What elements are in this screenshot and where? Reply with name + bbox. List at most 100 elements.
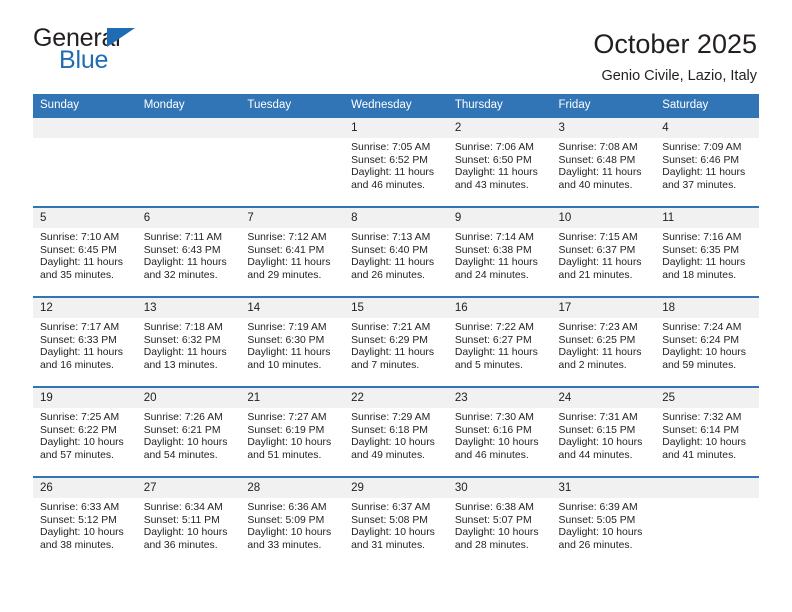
day-details: Sunrise: 6:36 AM Sunset: 5:09 PM Daylight:…: [240, 498, 344, 552]
daylight-text-line2: and 51 minutes.: [247, 449, 322, 461]
daylight-text-line1: Daylight: 11 hours: [143, 347, 227, 359]
sunset-text: Sunset: 6:16 PM: [454, 424, 532, 436]
sunrise-text: Sunrise: 7:18 AM: [143, 322, 223, 333]
calendar-day-cell: 25 Sunrise: 7:32 AM Sunset: 6:14 PM Dayligh…: [655, 386, 759, 477]
calendar-day-cell: 9 Sunrise: 7:14 AM Sunset: 6:38 PM Daylight…: [447, 206, 552, 297]
daylight-text-line2: and 57 minutes.: [40, 449, 114, 461]
daylight-text-line2: and 7 minutes.: [351, 359, 420, 371]
calendar-week-row: 1 Sunrise: 7:05 AM Sunset: 6:52 PM Daylight…: [33, 116, 759, 207]
calendar-page: General Blue October 2025 Genio Civile, …: [0, 0, 792, 612]
sunset-text: Sunset: 6:32 PM: [143, 334, 221, 346]
calendar-day-cell: 5 Sunrise: 7:10 AM Sunset: 6:45 PM Daylight…: [33, 206, 137, 297]
day-number: 3: [551, 118, 656, 138]
page-header: General Blue October 2025 Genio Civile, …: [0, 0, 792, 94]
day-details: Sunrise: 7:18 AM Sunset: 6:32 PM Daylight:…: [137, 318, 241, 372]
day-number: 22: [344, 388, 448, 408]
calendar-day-cell: 6 Sunrise: 7:11 AM Sunset: 6:43 PM Daylight…: [136, 206, 241, 297]
daylight-text-line2: and 41 minutes.: [662, 449, 737, 461]
daylight-text-line2: and 44 minutes.: [558, 449, 633, 461]
day-number: 10: [551, 208, 656, 228]
day-number: [240, 118, 345, 138]
daylight-text-line1: Daylight: 10 hours: [143, 437, 228, 449]
calendar-day-cell-empty: [33, 116, 137, 207]
daylight-text-line2: and 36 minutes.: [143, 539, 218, 551]
sunrise-text: Sunrise: 6:38 AM: [454, 502, 534, 513]
daylight-text-line2: and 28 minutes.: [454, 539, 529, 551]
sunset-text: Sunset: 5:07 PM: [454, 514, 532, 526]
daylight-text-line2: and 43 minutes.: [454, 179, 529, 191]
day-number: 19: [33, 388, 137, 408]
calendar-table: Sunday Monday Tuesday Wednesday Thursday…: [33, 94, 759, 567]
calendar-day-cell: 31 Sunrise: 6:39 AM Sunset: 5:05 PM Dayligh…: [551, 476, 656, 567]
daylight-text-line2: and 2 minutes.: [558, 359, 627, 371]
day-number: 8: [344, 208, 448, 228]
daylight-text-line2: and 29 minutes.: [247, 269, 322, 281]
calendar-day-cell: 28 Sunrise: 6:36 AM Sunset: 5:09 PM Dayligh…: [240, 476, 345, 567]
day-details: Sunrise: 7:21 AM Sunset: 6:29 PM Daylight:…: [344, 318, 448, 372]
weekday-header-saturday: Saturday: [655, 94, 759, 117]
day-details: Sunrise: 7:32 AM Sunset: 6:14 PM Daylight:…: [655, 408, 759, 462]
day-number: 24: [551, 388, 656, 408]
sunrise-text: Sunrise: 7:05 AM: [351, 142, 431, 153]
daylight-text-line1: Daylight: 10 hours: [351, 527, 435, 539]
calendar-day-cell: 26 Sunrise: 6:33 AM Sunset: 5:12 PM Dayligh…: [33, 476, 137, 567]
daylight-text-line2: and 33 minutes.: [247, 539, 322, 551]
daylight-text-line2: and 38 minutes.: [40, 539, 114, 551]
page-title: October 2025: [593, 29, 757, 59]
daylight-text-line1: Daylight: 10 hours: [247, 437, 332, 449]
day-number: 30: [447, 478, 552, 498]
daylight-text-line1: Daylight: 10 hours: [662, 437, 746, 449]
daylight-text-line2: and 24 minutes.: [454, 269, 529, 281]
day-number: 11: [655, 208, 759, 228]
sunset-text: Sunset: 6:24 PM: [662, 334, 740, 346]
daylight-text-line1: Daylight: 10 hours: [351, 437, 435, 449]
calendar-day-cell: 24 Sunrise: 7:31 AM Sunset: 6:15 PM Dayligh…: [551, 386, 656, 477]
page-subtitle: Genio Civile, Lazio, Italy: [601, 68, 757, 84]
day-details: Sunrise: 7:25 AM Sunset: 6:22 PM Daylight:…: [33, 408, 137, 462]
daylight-text-line2: and 31 minutes.: [351, 539, 426, 551]
weekday-header-monday: Monday: [136, 94, 241, 117]
day-number: 27: [136, 478, 241, 498]
day-details: Sunrise: 6:33 AM Sunset: 5:12 PM Daylight:…: [33, 498, 137, 552]
calendar-day-cell: 11 Sunrise: 7:16 AM Sunset: 6:35 PM Dayligh…: [655, 206, 759, 297]
daylight-text-line1: Daylight: 11 hours: [247, 257, 331, 269]
sunset-text: Sunset: 6:35 PM: [662, 244, 740, 256]
day-details: Sunrise: 7:12 AM Sunset: 6:41 PM Daylight:…: [240, 228, 344, 282]
sunset-text: Sunset: 6:14 PM: [662, 424, 740, 436]
calendar-day-cell: 27 Sunrise: 6:34 AM Sunset: 5:11 PM Dayligh…: [136, 476, 241, 567]
calendar-wrapper: Sunday Monday Tuesday Wednesday Thursday…: [0, 94, 792, 567]
daylight-text-line2: and 40 minutes.: [558, 179, 633, 191]
daylight-text-line1: Daylight: 11 hours: [40, 347, 123, 359]
calendar-day-cell-empty: [655, 476, 759, 567]
sunrise-text: Sunrise: 6:33 AM: [40, 502, 120, 513]
sunset-text: Sunset: 6:37 PM: [558, 244, 636, 256]
sunset-text: Sunset: 6:40 PM: [351, 244, 428, 256]
sunrise-text: Sunrise: 7:14 AM: [454, 232, 534, 243]
daylight-text-line2: and 10 minutes.: [247, 359, 322, 371]
sunrise-text: Sunrise: 7:25 AM: [40, 412, 120, 423]
sunrise-text: Sunrise: 6:37 AM: [351, 502, 431, 513]
logo-word-blue: Blue: [59, 46, 109, 74]
calendar-day-cell: 3 Sunrise: 7:08 AM Sunset: 6:48 PM Daylight…: [551, 116, 656, 207]
sunrise-text: Sunrise: 7:24 AM: [662, 322, 742, 333]
daylight-text-line1: Daylight: 11 hours: [558, 347, 642, 359]
daylight-text-line2: and 26 minutes.: [351, 269, 426, 281]
calendar-day-cell: 21 Sunrise: 7:27 AM Sunset: 6:19 PM Dayligh…: [240, 386, 345, 477]
weekday-header-thursday: Thursday: [447, 94, 552, 117]
day-details: Sunrise: 7:23 AM Sunset: 6:25 PM Daylight:…: [552, 318, 656, 372]
calendar-head: Sunday Monday Tuesday Wednesday Thursday…: [33, 94, 759, 117]
daylight-text-line1: Daylight: 11 hours: [454, 167, 538, 179]
sunset-text: Sunset: 5:09 PM: [247, 514, 325, 526]
daylight-text-line1: Daylight: 11 hours: [351, 167, 435, 179]
calendar-day-cell: 22 Sunrise: 7:29 AM Sunset: 6:18 PM Dayligh…: [344, 386, 448, 477]
day-number: [33, 118, 137, 138]
day-details: Sunrise: 7:14 AM Sunset: 6:38 PM Daylight:…: [448, 228, 552, 282]
sunrise-text: Sunrise: 7:27 AM: [247, 412, 327, 423]
calendar-day-cell-empty: [136, 116, 241, 207]
daylight-text-line2: and 46 minutes.: [351, 179, 426, 191]
daylight-text-line1: Daylight: 11 hours: [558, 257, 642, 269]
calendar-day-cell: 10 Sunrise: 7:15 AM Sunset: 6:37 PM Dayligh…: [551, 206, 656, 297]
weekday-header-tuesday: Tuesday: [240, 94, 345, 117]
sunset-text: Sunset: 5:11 PM: [143, 514, 220, 526]
day-details: Sunrise: 7:13 AM Sunset: 6:40 PM Daylight:…: [344, 228, 448, 282]
